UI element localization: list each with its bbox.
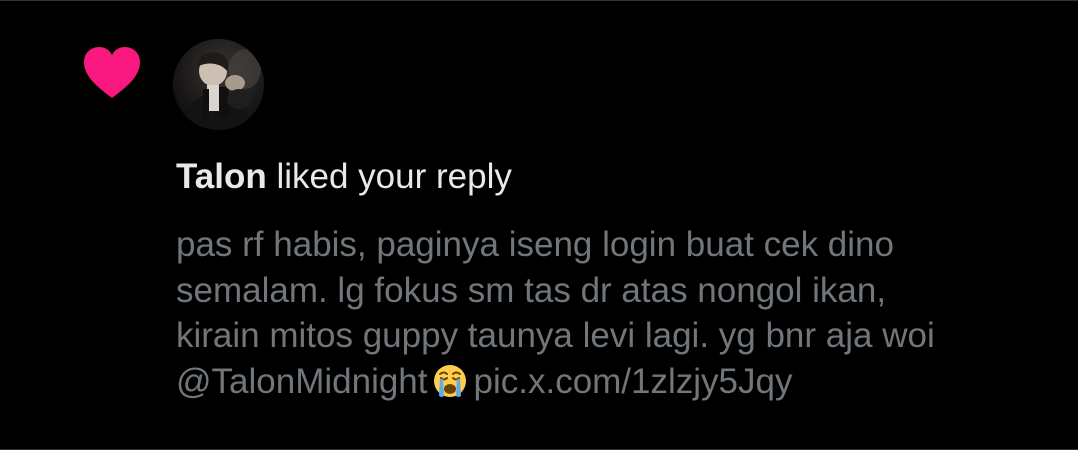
notification-headline: Talon liked your reply — [176, 155, 512, 199]
reply-line: kirain mitos guppy taunya levi lagi. yg … — [176, 316, 935, 355]
loudly-crying-face-icon — [433, 364, 466, 397]
avatar[interactable] — [173, 39, 264, 130]
media-link[interactable]: pic.x.com/1zlzjy5Jqy — [474, 362, 793, 401]
mention-link[interactable]: @TalonMidnight — [176, 362, 428, 401]
user-name[interactable]: Talon — [176, 157, 267, 196]
action-text: liked your reply — [276, 157, 512, 196]
heart-icon — [84, 47, 140, 98]
reply-line-last: @TalonMidnight pic.x.com/1zlzjy5Jqy — [176, 359, 1056, 405]
reply-line: pas rf habis, paginya iseng login buat c… — [176, 225, 894, 264]
like-notification[interactable]: Talon liked your reply pas rf habis, pag… — [0, 0, 1078, 450]
avatar-photo — [173, 39, 264, 130]
reply-line: semalam. lg fokus sm tas dr atas nongol … — [176, 270, 887, 310]
reply-text[interactable]: pas rf habis, paginya iseng login buat c… — [176, 222, 1056, 404]
